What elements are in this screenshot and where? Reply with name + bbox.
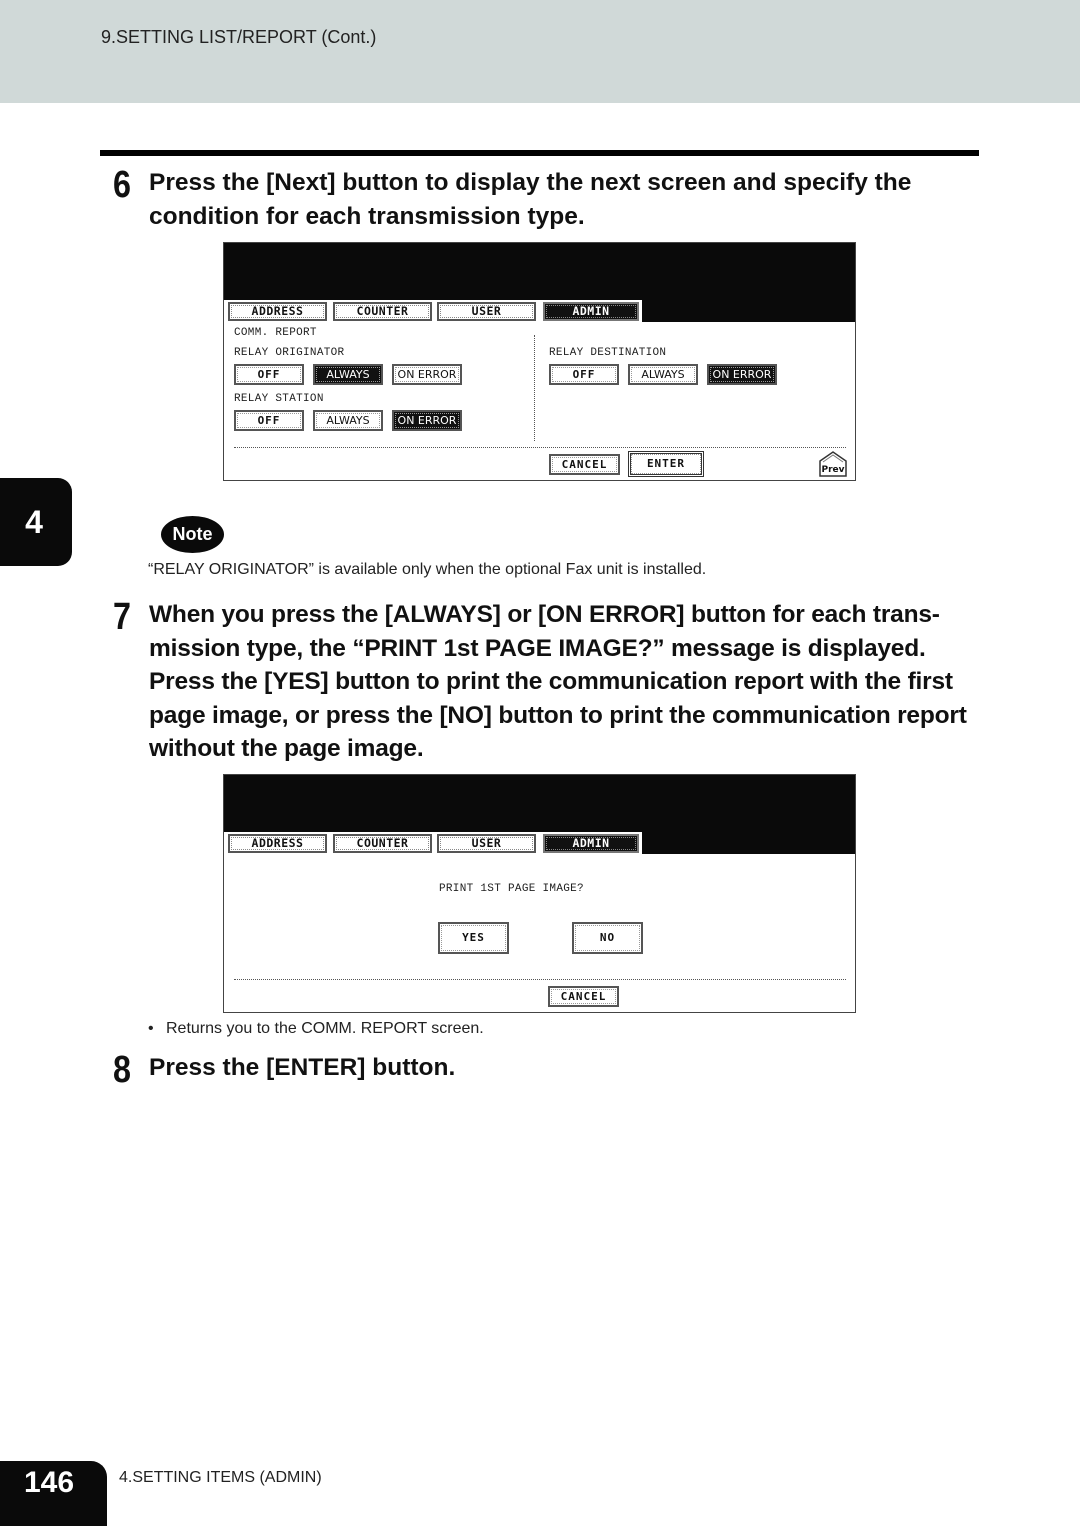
relay-station-on-error-button[interactable]: ON ERROR (392, 410, 462, 431)
tab-admin[interactable]: ADMIN (543, 302, 639, 321)
footer-divider (234, 447, 846, 448)
relay-originator-off-button[interactable]: OFF (234, 364, 304, 385)
section-rule (100, 150, 979, 156)
tab-counter[interactable]: COUNTER (333, 834, 432, 853)
column-divider (534, 335, 535, 441)
print-first-page-screen: ADDRESS COUNTER USER ADMIN PRINT 1ST PAG… (223, 774, 856, 1013)
relay-originator-label: RELAY ORIGINATOR (234, 347, 345, 359)
comm-report-screen: ADDRESS COUNTER USER ADMIN COMM. REPORT … (223, 242, 856, 481)
confirm-message: PRINT 1ST PAGE IMAGE? (439, 883, 584, 895)
screen-topbar (224, 243, 855, 300)
relay-destination-off-button[interactable]: OFF (549, 364, 619, 385)
relay-destination-always-button[interactable]: ALWAYS (628, 364, 698, 385)
tab-address[interactable]: ADDRESS (228, 834, 327, 853)
relay-originator-always-button[interactable]: ALWAYS (313, 364, 383, 385)
prev-house-icon: Prev (819, 451, 847, 477)
note-badge: Note (161, 516, 224, 553)
bullet-text: Returns you to the COMM. REPORT screen. (166, 1020, 484, 1037)
footer-divider (234, 979, 846, 980)
chapter-tab: 4 (0, 478, 72, 566)
cancel-button[interactable]: CANCEL (549, 454, 620, 475)
tab-bar: ADDRESS COUNTER USER ADMIN (224, 832, 855, 854)
tab-admin[interactable]: ADMIN (543, 834, 639, 853)
footer-chapter-title: 4.SETTING ITEMS (ADMIN) (119, 1469, 322, 1486)
bullet-marker: • (148, 1020, 154, 1037)
relay-destination-on-error-button[interactable]: ON ERROR (707, 364, 777, 385)
tab-counter[interactable]: COUNTER (333, 302, 432, 321)
tab-user[interactable]: USER (437, 834, 536, 853)
enter-button[interactable]: ENTER (628, 451, 704, 477)
bullet-item: • Returns you to the COMM. REPORT screen. (148, 1020, 484, 1038)
note-text: “RELAY ORIGINATOR” is available only whe… (148, 561, 707, 578)
relay-originator-on-error-button[interactable]: ON ERROR (392, 364, 462, 385)
step-number: 6 (113, 164, 131, 206)
step-number: 8 (113, 1049, 131, 1091)
running-header: 9.SETTING LIST/REPORT (Cont.) (0, 0, 1080, 103)
yes-button[interactable]: YES (438, 922, 509, 954)
tab-user[interactable]: USER (437, 302, 536, 321)
screen-topbar (224, 775, 855, 832)
step-number: 7 (113, 596, 131, 638)
relay-station-always-button[interactable]: ALWAYS (313, 410, 383, 431)
no-button[interactable]: NO (572, 922, 643, 954)
section-title: 9.SETTING LIST/REPORT (Cont.) (101, 27, 377, 47)
page-number: 146 (0, 1461, 107, 1526)
relay-station-off-button[interactable]: OFF (234, 410, 304, 431)
prev-button[interactable]: Prev (818, 451, 848, 477)
relay-destination-label: RELAY DESTINATION (549, 347, 667, 359)
tab-address[interactable]: ADDRESS (228, 302, 327, 321)
step-text: Press the [ENTER] button. (149, 1054, 456, 1081)
screen-title: COMM. REPORT (234, 327, 317, 339)
step-text: When you press the [ALWAYS] or [ON ERROR… (149, 601, 967, 763)
tab-bar: ADDRESS COUNTER USER ADMIN (224, 300, 855, 322)
prev-label: Prev (821, 465, 844, 475)
step-text: Press the [Next] button to display the n… (149, 169, 912, 230)
cancel-button[interactable]: CANCEL (548, 986, 619, 1007)
relay-station-label: RELAY STATION (234, 393, 324, 405)
